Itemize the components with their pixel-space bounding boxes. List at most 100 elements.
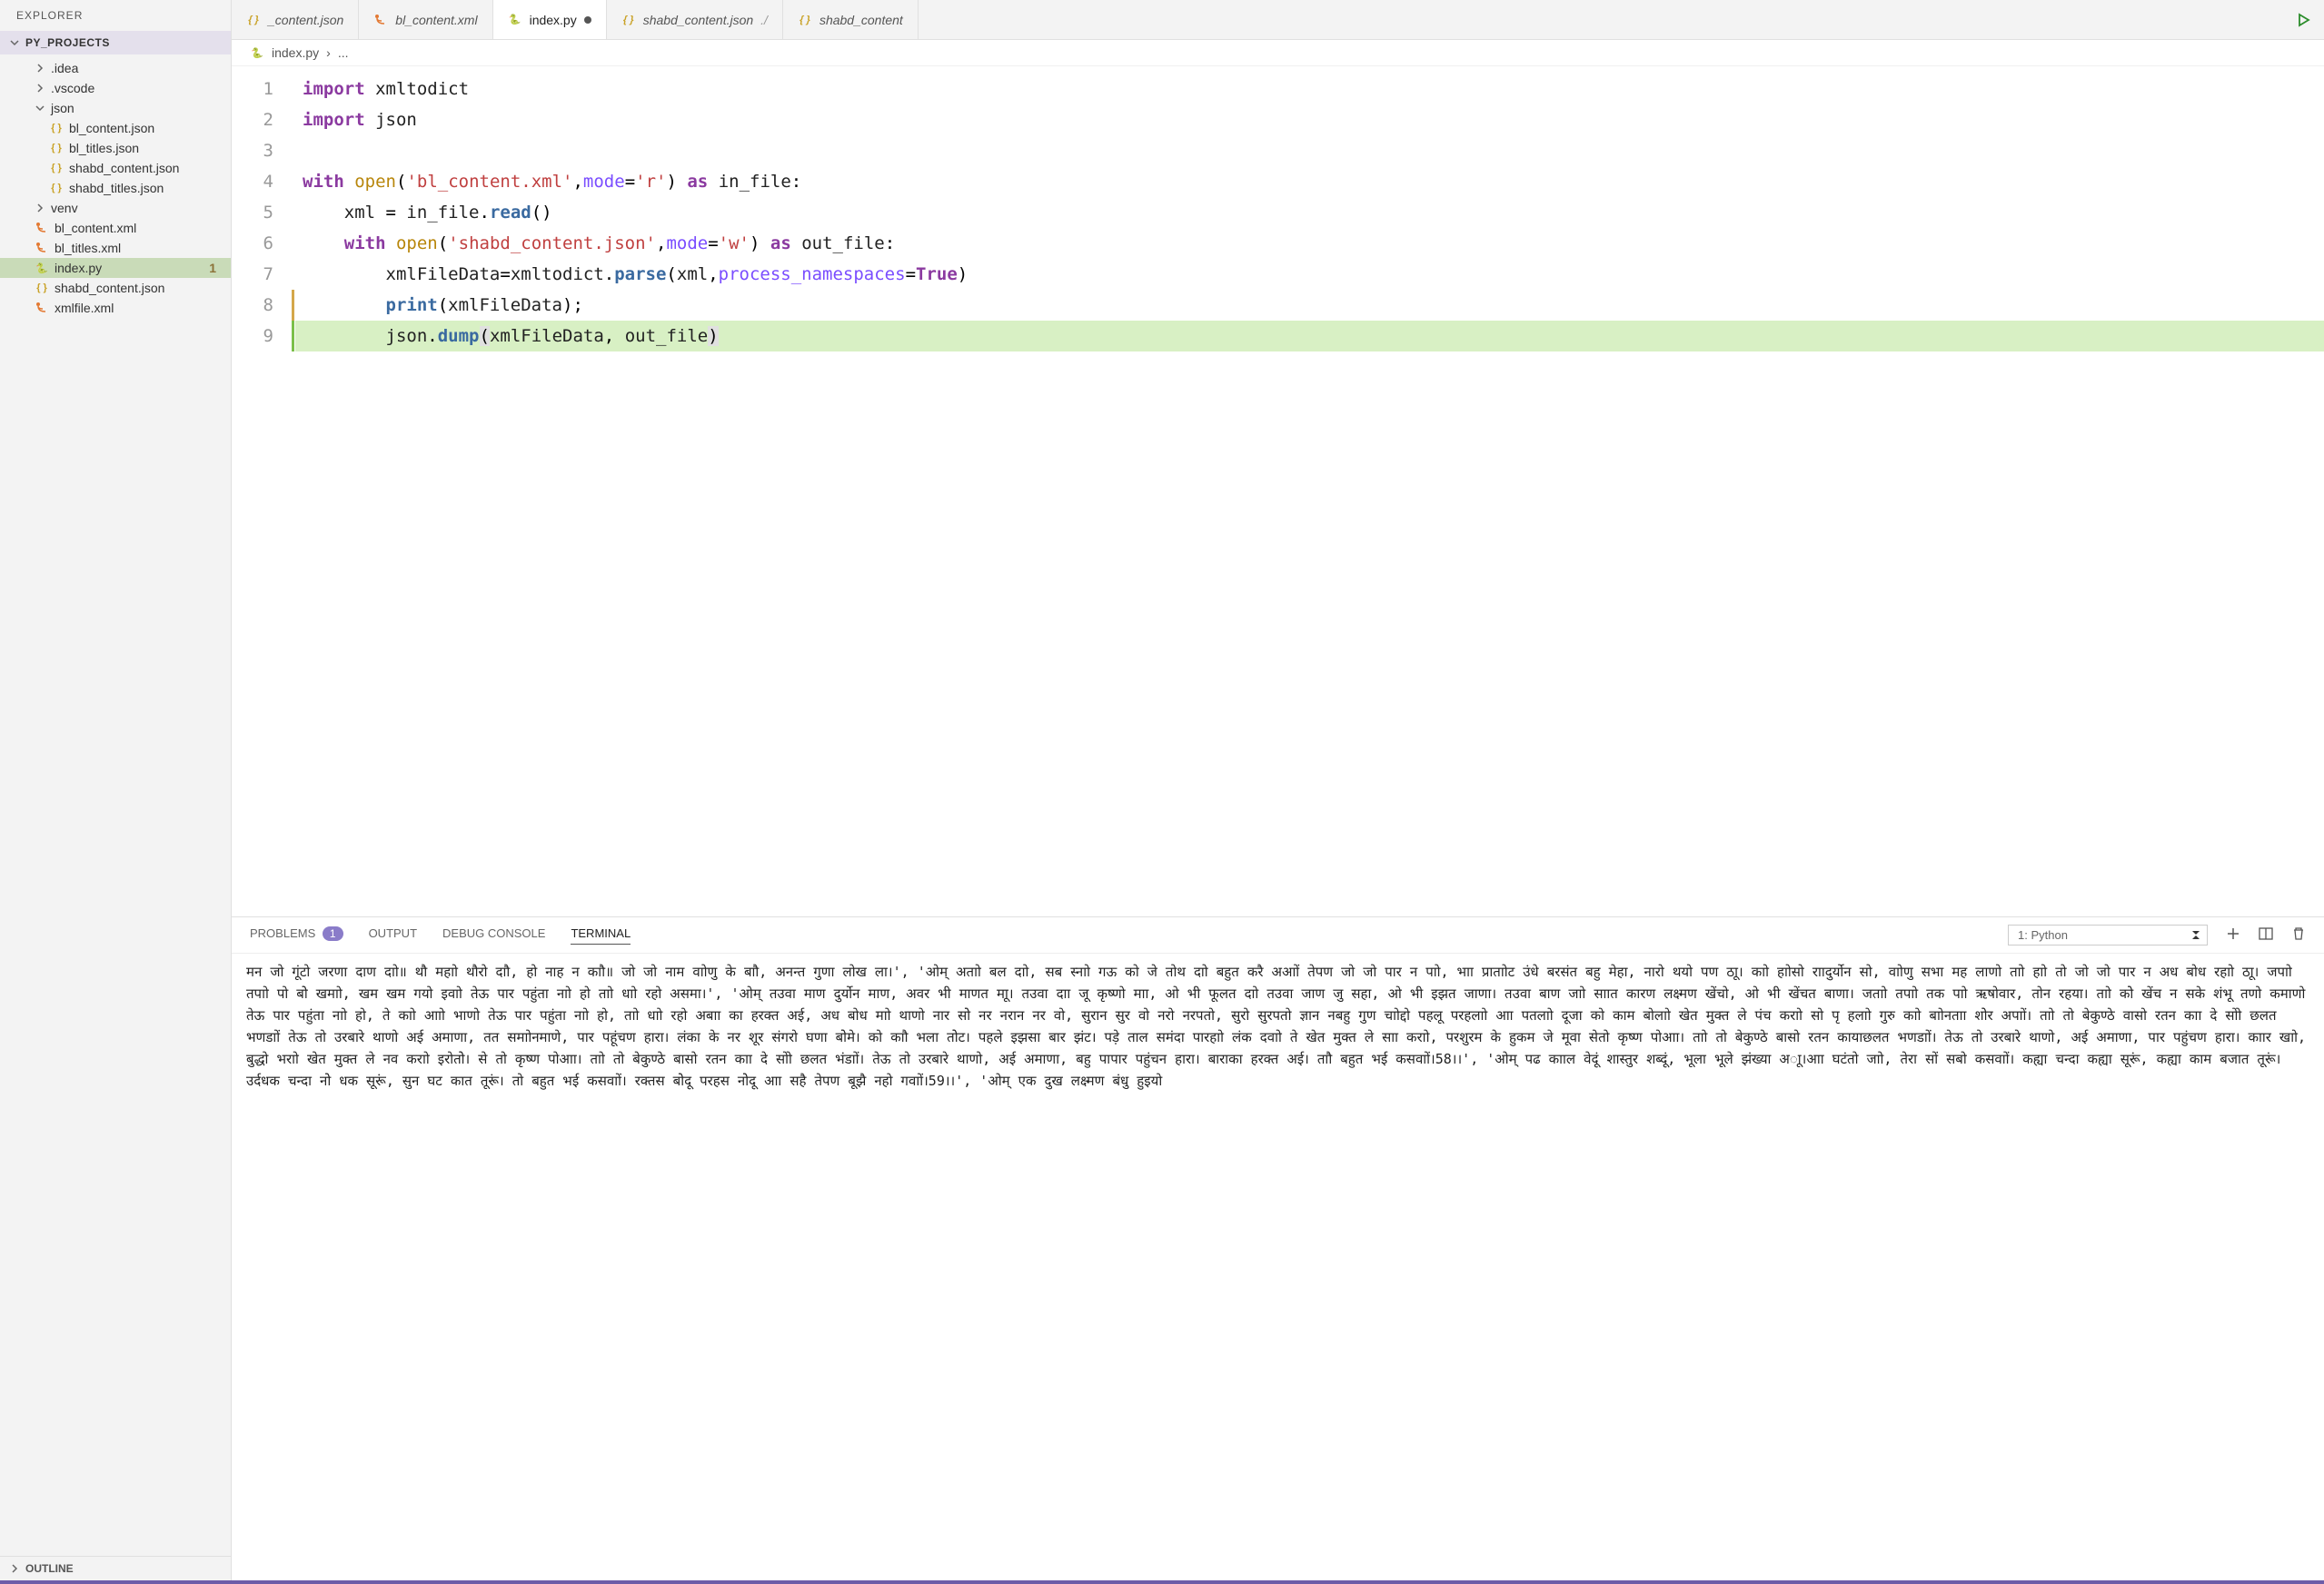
chevron-down-icon [9,37,20,48]
json-icon: { } [49,181,64,195]
outline-label: OUTLINE [25,1562,74,1575]
code-lines[interactable]: import xmltodictimport json with open('b… [295,66,2324,916]
tree-item-label: shabd_content.json [69,161,179,175]
file-item[interactable]: bl_content.xml [0,218,231,238]
tab-bar: { } _content.json bl_content.xml 🐍 index.py {… [232,0,2324,40]
breadcrumb-rest: ... [338,45,349,60]
explorer-title: EXPLORER [0,0,231,31]
file-item[interactable]: 🐍index.py1 [0,258,231,278]
panel-controls: 1: Python [2008,925,2306,945]
project-header[interactable]: PY_PROJECTS [0,31,231,54]
xml-icon [35,241,49,255]
tree-item-label: bl_titles.xml [55,241,121,255]
tree-item-label: index.py [55,261,102,275]
tree-item-label: .vscode [51,81,94,95]
xml-icon [35,221,49,235]
code-line[interactable] [295,135,2324,166]
python-icon: 🐍 [508,13,522,27]
file-item[interactable]: { } shabd_content.json [0,158,231,178]
file-item[interactable]: xmlfile.xml [0,298,231,318]
breadcrumb[interactable]: 🐍 index.py › ... [232,40,2324,66]
chevron-right-icon [35,203,45,213]
json-icon: { } [49,141,64,155]
xml-icon [373,13,388,27]
editor-tab[interactable]: { } shabd_content [783,0,919,39]
tab-debug-console[interactable]: DEBUG CONSOLE [442,926,545,944]
breadcrumb-file: index.py [272,45,319,60]
tree-item-label: xmlfile.xml [55,301,114,315]
editor-tab[interactable]: { } _content.json [232,0,359,39]
tab-label: shabd_content [819,13,903,27]
code-line[interactable]: import json [295,104,2324,135]
trash-icon[interactable] [2291,926,2306,944]
tree-item-label: bl_content.json [69,121,154,135]
tree-item-label: shabd_titles.json [69,181,164,195]
tree-item-label: bl_titles.json [69,141,139,155]
editor-tab[interactable]: { } shabd_content.json ./ [607,0,783,39]
code-line[interactable]: with open('bl_content.xml',mode='r') as … [295,166,2324,197]
code-line[interactable]: xml = in_file.read() [295,197,2324,228]
file-item[interactable]: { } shabd_titles.json [0,178,231,198]
code-line[interactable]: with open('shabd_content.json',mode='w')… [295,228,2324,259]
status-bar[interactable] [0,1580,2324,1584]
chevron-down-icon [35,103,45,114]
python-icon: 🐍 [250,45,264,60]
code-editor[interactable]: 123456789 import xmltodictimport json wi… [232,66,2324,916]
terminal-output[interactable]: मन जो गूंटो जरणा दाण दाो॥ थाै महाो थाैरो… [232,954,2324,1580]
project-name: PY_PROJECTS [25,36,110,49]
tree-item-label: .idea [51,61,78,75]
json-icon: { } [49,161,64,175]
chevron-right-icon [35,63,45,74]
code-line[interactable]: print(xmlFileData); [295,290,2324,321]
tab-label: _content.json [268,13,343,27]
chevron-right-icon [35,83,45,94]
tab-problems-label: PROBLEMS [250,926,315,940]
tree-item-label: json [51,101,74,115]
editor-tab[interactable]: bl_content.xml [359,0,492,39]
json-icon: { } [35,281,49,295]
split-terminal-icon[interactable] [2259,926,2273,944]
outline-section[interactable]: OUTLINE [0,1556,231,1580]
tab-label: bl_content.xml [395,13,477,27]
editor-area: { } _content.json bl_content.xml 🐍 index.py {… [232,0,2324,1580]
editor-tab[interactable]: 🐍 index.py [493,0,607,39]
tree-item-label: shabd_content.json [55,281,164,295]
new-terminal-icon[interactable] [2226,926,2240,944]
panel-tabs: PROBLEMS 1 OUTPUT DEBUG CONSOLE TERMINAL… [232,917,2324,954]
file-item[interactable]: bl_titles.xml [0,238,231,258]
line-gutter: 123456789 [232,66,295,916]
json-icon: { } [246,13,261,27]
tab-terminal[interactable]: TERMINAL [571,926,631,945]
xml-icon [35,301,49,315]
breadcrumb-sep: › [326,45,331,60]
folder-item[interactable]: .idea [0,58,231,78]
code-line[interactable]: import xmltodict [295,74,2324,104]
tab-problems[interactable]: PROBLEMS 1 [250,926,343,944]
problems-count-badge: 1 [323,926,343,941]
folder-item[interactable]: venv [0,198,231,218]
file-tree: .idea .vscode json { } bl_content.json { } bl_… [0,54,231,1556]
sidebar: EXPLORER PY_PROJECTS .idea .vscode json { }… [0,0,232,1580]
file-item[interactable]: { } shabd_content.json [0,278,231,298]
tab-output[interactable]: OUTPUT [369,926,417,944]
dirty-indicator [584,16,591,24]
tree-item-label: bl_content.xml [55,221,136,235]
json-icon: { } [621,13,636,27]
bottom-panel: PROBLEMS 1 OUTPUT DEBUG CONSOLE TERMINAL… [232,916,2324,1580]
run-button[interactable] [2284,0,2324,39]
folder-item[interactable]: .vscode [0,78,231,98]
json-icon: { } [49,121,64,135]
tab-suffix: ./ [760,13,768,27]
terminal-select[interactable]: 1: Python [2008,925,2208,945]
file-item[interactable]: { } bl_content.json [0,118,231,138]
folder-item[interactable]: json [0,98,231,118]
tab-label: index.py [530,13,577,27]
code-line[interactable]: json.dump(xmlFileData, out_file) [295,321,2324,351]
file-item[interactable]: { } bl_titles.json [0,138,231,158]
code-line[interactable]: xmlFileData=xmltodict.parse(xml,process_… [295,259,2324,290]
python-icon: 🐍 [35,261,49,275]
tree-item-label: venv [51,201,78,215]
tab-label: shabd_content.json [643,13,753,27]
json-icon: { } [798,13,812,27]
chevron-right-icon [9,1563,20,1574]
